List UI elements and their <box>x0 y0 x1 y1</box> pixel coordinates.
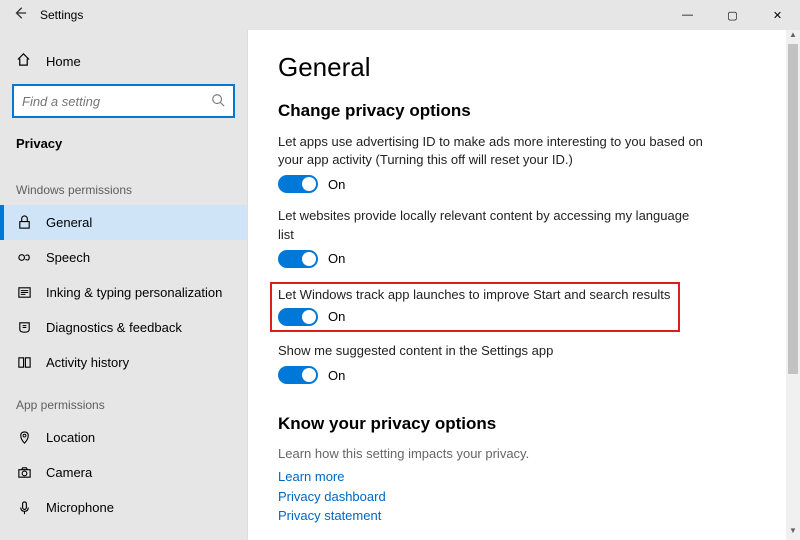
sidebar-item-label: Diagnostics & feedback <box>46 320 182 335</box>
option-label: Let Windows track app launches to improv… <box>278 286 672 304</box>
toggle-state: On <box>328 251 345 266</box>
link-privacy-statement[interactable]: Privacy statement <box>278 506 770 526</box>
search-input[interactable] <box>22 94 211 109</box>
window-title: Settings <box>40 8 83 22</box>
option-label: Let apps use advertising ID to make ads … <box>278 133 708 169</box>
sidebar-item-inking[interactable]: Inking & typing personalization <box>0 275 247 310</box>
location-icon <box>16 430 32 445</box>
sidebar-item-general[interactable]: General <box>0 205 247 240</box>
camera-icon <box>16 465 32 480</box>
inking-icon <box>16 285 32 300</box>
link-learn-more[interactable]: Learn more <box>278 467 770 487</box>
toggle-state: On <box>328 177 345 192</box>
home-icon <box>16 52 32 70</box>
titlebar: Settings — ▢ ✕ <box>0 0 800 30</box>
category-label: Privacy <box>0 132 247 165</box>
toggle-state: On <box>328 368 345 383</box>
back-button[interactable] <box>0 6 40 24</box>
content-area: General Change privacy options Let apps … <box>248 30 800 540</box>
sidebar: Home Privacy Windows permissions General… <box>0 30 248 540</box>
sidebar-item-label: Microphone <box>46 500 114 515</box>
speech-icon <box>16 250 32 265</box>
arrow-left-icon <box>13 6 27 20</box>
search-box[interactable] <box>12 84 235 118</box>
option-label: Let websites provide locally relevant co… <box>278 207 708 243</box>
sidebar-item-label: Location <box>46 430 95 445</box>
maximize-icon: ▢ <box>727 9 737 22</box>
scrollbar[interactable]: ▲ ▼ <box>786 30 800 540</box>
scroll-down-arrow-icon[interactable]: ▼ <box>786 526 800 540</box>
window-controls: — ▢ ✕ <box>665 0 800 30</box>
sidebar-item-label: Speech <box>46 250 90 265</box>
toggle-state: On <box>328 309 345 324</box>
home-label: Home <box>46 54 81 69</box>
sidebar-item-label: General <box>46 215 92 230</box>
maximize-button[interactable]: ▢ <box>710 0 755 30</box>
sidebar-item-location[interactable]: Location <box>0 420 247 455</box>
section-header-app-permissions: App permissions <box>0 380 247 420</box>
option-suggested-content: Show me suggested content in the Setting… <box>278 342 770 384</box>
sidebar-item-label: Camera <box>46 465 92 480</box>
home-button[interactable]: Home <box>0 46 247 84</box>
minimize-button[interactable]: — <box>665 0 710 30</box>
toggle-advertising-id[interactable] <box>278 175 318 193</box>
option-advertising-id: Let apps use advertising ID to make ads … <box>278 133 770 193</box>
sidebar-item-speech[interactable]: Speech <box>0 240 247 275</box>
scrollbar-thumb[interactable] <box>788 44 798 374</box>
close-button[interactable]: ✕ <box>755 0 800 30</box>
sidebar-item-microphone[interactable]: Microphone <box>0 490 247 525</box>
microphone-icon <box>16 500 32 515</box>
section-header-windows-permissions: Windows permissions <box>0 165 247 205</box>
activity-icon <box>16 355 32 370</box>
toggle-language-list[interactable] <box>278 250 318 268</box>
minimize-icon: — <box>682 9 693 21</box>
lock-icon <box>16 215 32 230</box>
option-label: Show me suggested content in the Setting… <box>278 342 708 360</box>
close-icon: ✕ <box>773 9 782 22</box>
sidebar-item-label: Inking & typing personalization <box>46 285 222 300</box>
sidebar-item-camera[interactable]: Camera <box>0 455 247 490</box>
option-language-list: Let websites provide locally relevant co… <box>278 207 770 267</box>
section-change-privacy: Change privacy options <box>278 101 770 121</box>
page-heading: General <box>278 52 770 83</box>
sidebar-item-activity[interactable]: Activity history <box>0 345 247 380</box>
search-icon <box>211 93 225 110</box>
toggle-suggested-content[interactable] <box>278 366 318 384</box>
link-privacy-dashboard[interactable]: Privacy dashboard <box>278 487 770 507</box>
toggle-track-app-launches[interactable] <box>278 308 318 326</box>
sidebar-item-label: Activity history <box>46 355 129 370</box>
highlighted-option-box: Let Windows track app launches to improv… <box>270 282 680 332</box>
diagnostics-icon <box>16 320 32 335</box>
scroll-up-arrow-icon[interactable]: ▲ <box>786 30 800 44</box>
section-know-privacy: Know your privacy options <box>278 414 770 434</box>
app-body: Home Privacy Windows permissions General… <box>0 30 800 540</box>
sidebar-item-diagnostics[interactable]: Diagnostics & feedback <box>0 310 247 345</box>
section-subtext: Learn how this setting impacts your priv… <box>278 446 770 461</box>
